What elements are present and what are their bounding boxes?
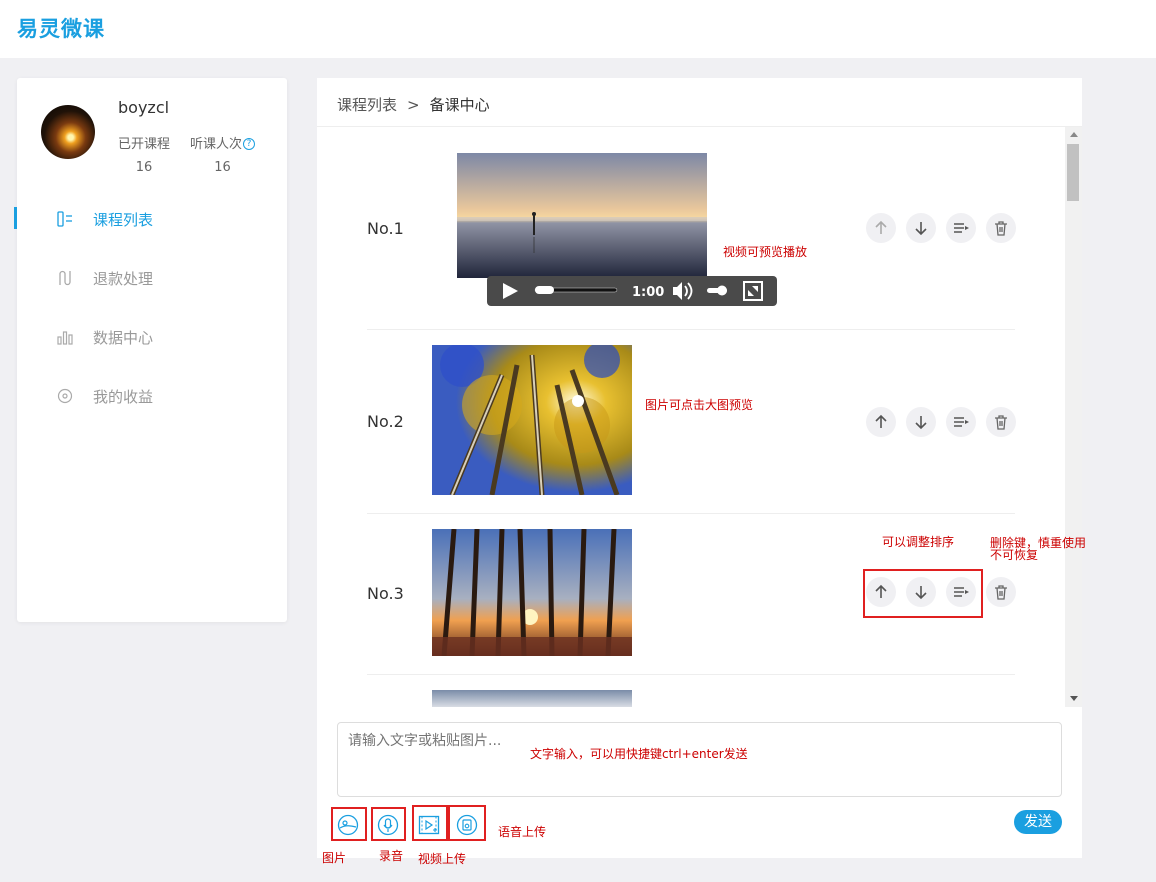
play-icon[interactable] — [503, 283, 518, 299]
scroll-thumb[interactable] — [1067, 144, 1079, 201]
stat-listeners-value: 16 — [214, 160, 231, 175]
note-reorder: 可以调整排序 — [882, 535, 955, 549]
main-panel: 课程列表 > 备课中心 No.1 1:00 视频可预览播放 No.2 图片可点击… — [317, 78, 1082, 858]
item-number: No.3 — [367, 584, 404, 603]
scroll-up-arrow-icon[interactable] — [1070, 132, 1078, 137]
breadcrumb-current: 备课中心 — [429, 96, 490, 114]
sidebar-item-course-list[interactable]: 课程列表 — [14, 205, 287, 233]
move-down-button[interactable] — [906, 213, 936, 243]
username: boyzcl — [118, 98, 170, 117]
list-item: No.1 1:00 视频可预览播放 — [367, 127, 1016, 330]
send-button[interactable]: 发送 — [1014, 810, 1062, 834]
move-up-button[interactable] — [866, 407, 896, 437]
refund-icon — [59, 270, 71, 286]
note-image-preview: 图片可点击大图预览 — [645, 398, 754, 412]
video-thumbnail[interactable] — [457, 153, 707, 278]
move-up-button[interactable] — [866, 213, 896, 243]
breadcrumb: 课程列表 > 备课中心 — [337, 94, 490, 115]
sidebar: boyzcl 已开课程 16 听课人次? 16 课程列表 退款处理 数据中心 我… — [14, 78, 287, 622]
fullscreen-icon[interactable] — [743, 281, 763, 301]
volume-icon[interactable] — [673, 282, 693, 300]
image-thumbnail[interactable] — [432, 529, 632, 656]
forest-sunset-image — [432, 529, 632, 656]
row-actions — [866, 407, 1016, 437]
stat-courses-label: 已开课程 — [118, 137, 171, 152]
highlight-video-tool — [412, 805, 448, 841]
note-text-input: 文字输入，可以用快捷键ctrl+enter发送 — [530, 747, 748, 761]
insert-button[interactable] — [946, 407, 976, 437]
list-insert-icon — [954, 223, 969, 233]
progress-slider[interactable] — [534, 286, 618, 294]
volume-slider[interactable] — [707, 285, 727, 296]
scroll-down-arrow-icon[interactable] — [1070, 696, 1078, 701]
stat-listeners: 听课人次? 16 — [190, 133, 256, 175]
item-number: No.1 — [367, 219, 404, 238]
video-controls: 1:00 — [487, 276, 777, 306]
sidebar-item-label: 退款处理 — [93, 269, 154, 288]
sidebar-item-label: 课程列表 — [93, 210, 154, 229]
app-logo[interactable]: 易灵微课 — [17, 13, 105, 43]
arrow-up-icon — [875, 220, 887, 234]
item-number: No.2 — [367, 412, 404, 431]
help-icon[interactable]: ? — [243, 138, 256, 150]
breadcrumb-separator: > — [407, 96, 420, 114]
note-image-tool: 图片 — [322, 851, 347, 865]
trash-icon — [995, 221, 1007, 236]
arrow-down-icon — [915, 416, 927, 430]
highlight-reorder-box — [863, 569, 983, 618]
stat-listeners-label: 听课人次 — [190, 137, 243, 152]
note-video-preview: 视频可预览播放 — [723, 245, 808, 259]
image-thumbnail[interactable] — [432, 345, 632, 495]
note-delete: 删除键，慎重使用 不可恢复 — [990, 537, 1086, 561]
arrow-down-icon — [915, 222, 927, 236]
autumn-trees-image — [432, 345, 632, 495]
bar-chart-icon — [57, 331, 73, 345]
sidebar-item-refund[interactable]: 退款处理 — [17, 264, 287, 292]
video-time: 1:00 — [632, 285, 664, 300]
arrow-up-icon — [875, 414, 887, 428]
highlight-record-tool — [371, 807, 406, 841]
note-record-tool: 录音 — [379, 849, 404, 863]
list-insert-icon — [954, 417, 969, 427]
image-thumbnail[interactable] — [432, 690, 632, 707]
sidebar-item-earnings[interactable]: 我的收益 — [17, 382, 287, 410]
sidebar-item-label: 我的收益 — [93, 387, 154, 406]
top-bar: 易灵微课 — [0, 0, 1156, 58]
move-down-button[interactable] — [906, 407, 936, 437]
active-indicator — [14, 207, 17, 229]
delete-button[interactable] — [986, 407, 1016, 437]
sidebar-item-data-center[interactable]: 数据中心 — [17, 323, 287, 351]
stat-courses: 已开课程 16 — [118, 133, 170, 175]
highlight-audio-tool — [448, 805, 486, 841]
list-item: No.2 图片可点击大图预览 — [367, 330, 1016, 514]
insert-button[interactable] — [946, 213, 976, 243]
row-actions — [866, 213, 1016, 243]
video-preview-image — [457, 153, 707, 278]
trash-icon — [995, 585, 1007, 600]
note-video-tool: 视频上传 — [418, 852, 467, 866]
trash-icon — [995, 415, 1007, 430]
breadcrumb-parent[interactable]: 课程列表 — [337, 96, 397, 114]
highlight-image-tool — [331, 807, 367, 841]
note-audio-upload: 语音上传 — [498, 825, 547, 839]
delete-button[interactable] — [986, 213, 1016, 243]
scrollbar[interactable] — [1065, 127, 1082, 707]
delete-button[interactable] — [986, 577, 1016, 607]
avatar[interactable] — [41, 105, 95, 159]
note-delete-line2: 不可恢复 — [990, 548, 1039, 562]
stat-courses-value: 16 — [135, 160, 153, 175]
earnings-icon — [57, 388, 73, 404]
sidebar-item-label: 数据中心 — [93, 328, 154, 347]
course-list-icon — [57, 211, 72, 227]
lesson-list[interactable]: No.1 1:00 视频可预览播放 No.2 图片可点击大图预览 No.3 — [317, 127, 1065, 707]
